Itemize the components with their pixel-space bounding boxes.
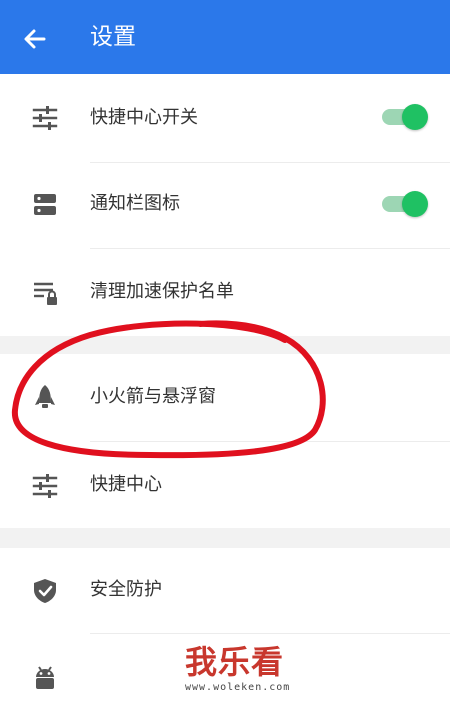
- settings-item-label: 快捷中心开关: [90, 107, 198, 128]
- page-title: 设置: [90, 24, 136, 50]
- app-bar: 设置: [0, 0, 450, 74]
- arrow-left-icon[interactable]: [22, 26, 48, 52]
- settings-item-rocket-floating-window[interactable]: 小火箭与悬浮窗: [0, 354, 450, 441]
- notification-bar-icon: [34, 194, 56, 215]
- sliders-icon: [32, 474, 58, 498]
- shield-check-icon: [34, 579, 56, 603]
- watermark-text: 我乐看: [185, 643, 285, 681]
- shortcut-center-toggle[interactable]: [380, 104, 430, 130]
- settings-item-label: 清理加速保护名单: [90, 281, 234, 302]
- settings-item-label: 快捷中心: [90, 474, 162, 495]
- settings-item-label: 小火箭与悬浮窗: [90, 386, 216, 407]
- settings-item-security-protection[interactable]: 安全防护: [0, 548, 450, 633]
- android-icon: [36, 666, 54, 689]
- settings-item-label: 安全防护: [90, 579, 162, 600]
- notification-bar-toggle[interactable]: [380, 191, 430, 217]
- watermark-url: www.woleken.com: [185, 682, 291, 693]
- settings-item-label: 通知栏图标: [90, 193, 180, 214]
- settings-item-cleanup-whitelist[interactable]: 清理加速保护名单: [0, 249, 450, 336]
- settings-item-shortcut-center[interactable]: 快捷中心: [0, 442, 450, 528]
- watermark: 我乐看 www.woleken.com: [185, 642, 315, 697]
- settings-item-shortcut-center-switch[interactable]: 快捷中心开关: [0, 74, 450, 162]
- rocket-icon: [35, 385, 55, 408]
- list-lock-icon: [34, 282, 57, 305]
- settings-item-notification-bar-icon[interactable]: 通知栏图标: [0, 163, 450, 248]
- sliders-icon: [32, 106, 58, 130]
- section-separator: [0, 528, 450, 548]
- section-separator: [0, 336, 450, 354]
